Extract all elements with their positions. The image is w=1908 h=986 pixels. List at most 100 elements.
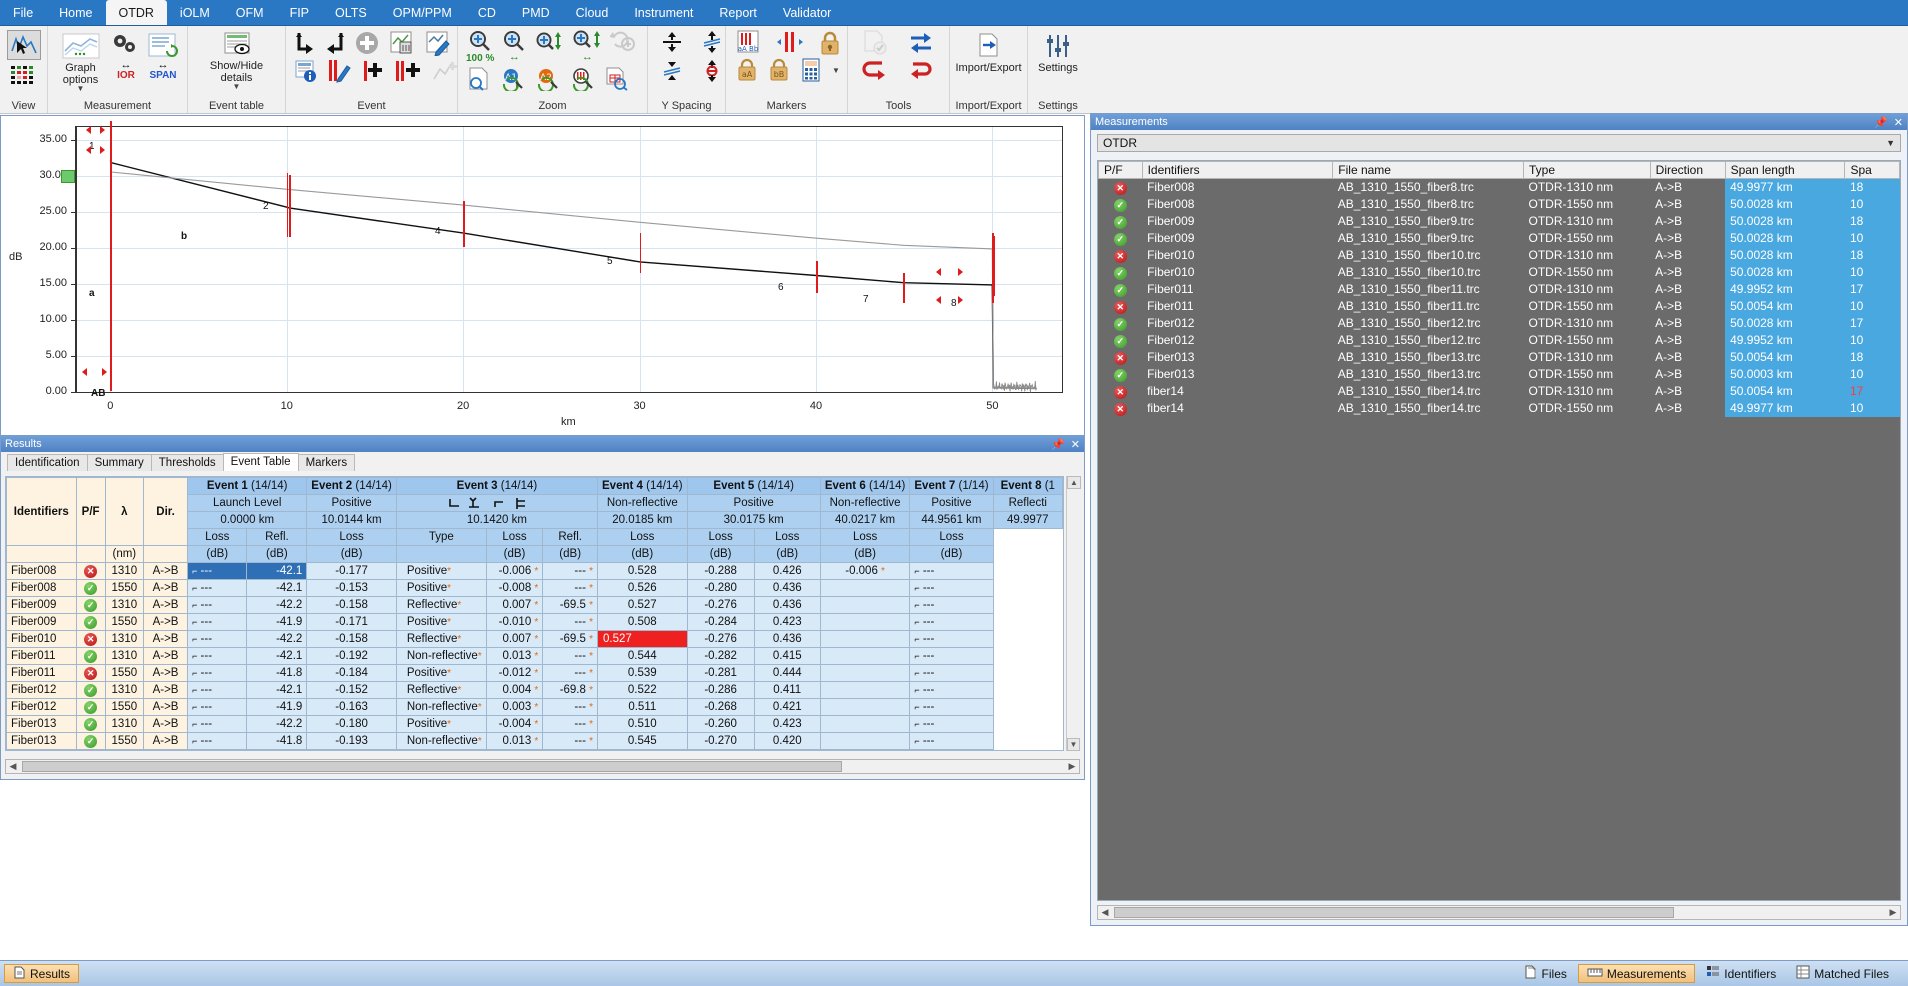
statusbar-tab-measurements[interactable]: Measurements [1577, 964, 1696, 983]
event8-loss-cell[interactable]: ⌐ --- [909, 647, 994, 665]
event2-loss-cell[interactable]: -0.180 [306, 715, 397, 733]
zoom-both-button[interactable]: ↔ [571, 30, 603, 63]
scroll-right-icon[interactable]: ▶ [1065, 761, 1079, 772]
event1-refl-cell[interactable]: -42.1 [246, 647, 308, 665]
show-hide-details-button[interactable]: Show/Hide details ▼ [192, 30, 281, 91]
event3-loss-cell[interactable]: -0.008 * [485, 579, 544, 597]
event-marker-line[interactable] [993, 236, 995, 296]
event1-loss-cell[interactable]: ⌐ --- [187, 698, 248, 716]
event4-loss-cell[interactable]: 0.522 [597, 681, 688, 699]
event3-refl-cell[interactable]: --- * [542, 647, 599, 665]
event8-loss-cell[interactable]: ⌐ --- [909, 613, 994, 631]
menu-item-otdr[interactable]: OTDR [105, 0, 167, 25]
event3-refl-cell[interactable]: --- * [542, 613, 599, 631]
spacing-stop-icon[interactable] [700, 59, 724, 83]
event-column-header[interactable]: Event 3 (14/14) [395, 477, 599, 495]
event1-refl-cell[interactable]: -41.8 [246, 664, 308, 682]
scroll-right-icon[interactable]: ▶ [1886, 907, 1900, 918]
event2-loss-cell[interactable]: -0.152 [306, 681, 397, 699]
event3-loss-cell[interactable]: -0.004 * [485, 715, 544, 733]
tab-identification[interactable]: Identification [7, 454, 88, 471]
event5-loss-cell[interactable]: -0.281 [686, 664, 755, 682]
graph-view-icon[interactable] [6, 30, 41, 60]
event5-loss-cell[interactable]: -0.282 [686, 647, 755, 665]
measurements-column-header[interactable]: P/F [1098, 161, 1143, 179]
event8-loss-cell[interactable]: ⌐ --- [909, 664, 994, 682]
event4-loss-cell[interactable]: 0.544 [597, 647, 688, 665]
event6-loss-cell[interactable]: 0.436 [753, 579, 821, 597]
event3-loss-cell[interactable]: 0.007 * [485, 630, 544, 648]
pin-icon[interactable]: 📌 [1874, 116, 1888, 129]
event3-type-cell[interactable]: Non-reflective* [395, 698, 487, 716]
table-row[interactable]: ✓ Fiber011 AB_1310_1550_fiber11.trc OTDR-13… [1098, 280, 1900, 298]
pin-icon[interactable]: 📌 [1051, 438, 1065, 451]
event1-loss-cell[interactable]: ⌐ --- [187, 749, 248, 750]
statusbar-tab-files[interactable]: Files [1515, 964, 1576, 983]
event3-type-cell[interactable]: Positive* [395, 562, 487, 580]
event5-loss-cell[interactable]: -0.286 [686, 681, 755, 699]
transfer-icon[interactable] [908, 59, 934, 85]
event5-loss-cell[interactable]: -0.260 [686, 715, 755, 733]
event3-type-cell[interactable]: Positive* [395, 664, 487, 682]
table-row[interactable]: Fiber012 ✓ 1550 A->B ⌐ --- -41.9 -0.163 Non-ref… [6, 698, 1063, 716]
event3-refl-cell[interactable]: --- * [542, 698, 599, 716]
event6-loss-cell[interactable]: 0.444 [753, 664, 821, 682]
event7-loss-cell[interactable] [819, 596, 911, 614]
import-export-button[interactable]: Import/Export [954, 30, 1023, 75]
calculator-icon[interactable] [800, 58, 822, 82]
event1-loss-cell[interactable]: ⌐ --- [187, 562, 248, 580]
menu-item-olts[interactable]: OLTS [322, 0, 380, 25]
event2-loss-cell[interactable]: -0.177 [306, 562, 397, 580]
event3-refl-cell[interactable]: --- * [542, 579, 599, 597]
event6-loss-cell[interactable]: 0.411 [753, 681, 821, 699]
span-button[interactable]: ↔ SPAN [143, 30, 183, 82]
statusbar-results-tab[interactable]: Results [4, 964, 80, 983]
event1-refl-cell[interactable]: -41.9 [246, 698, 308, 716]
measurements-table[interactable]: P/F Identifiers File name Type Direction Span… [1098, 161, 1900, 417]
zoom-horizontal-button[interactable]: ↔ [501, 30, 527, 63]
measurements-column-header[interactable]: File name [1332, 161, 1524, 179]
event1-refl-cell[interactable]: -41.9 [246, 613, 308, 631]
event1-loss-cell[interactable]: ⌐ --- [187, 630, 248, 648]
menu-item-opm-ppm[interactable]: OPM/PPM [380, 0, 465, 25]
menu-item-report[interactable]: Report [706, 0, 770, 25]
table-row[interactable]: ✕ fiber14 AB_1310_1550_fiber14.trc OTDR-131… [1098, 382, 1900, 400]
table-row[interactable]: ✓ Fiber008 AB_1310_1550_fiber8.trc OTDR-155… [1098, 195, 1900, 213]
split-event-icon[interactable] [326, 59, 352, 83]
event5-loss-cell[interactable]: -0.268 [686, 698, 755, 716]
table-row[interactable]: ✕ fiber14 AB_1310_1550_fiber14.trc OTDR-155… [1098, 399, 1900, 417]
event3-refl-cell[interactable]: -69.8 * [542, 681, 599, 699]
event-markers-icon[interactable] [9, 63, 39, 87]
table-row[interactable]: ✓ Fiber010 AB_1310_1550_fiber10.trc OTDR-15… [1098, 263, 1900, 281]
add-marker-left-icon[interactable] [360, 59, 386, 83]
lock-a-icon[interactable]: aA [736, 58, 758, 82]
table-row[interactable]: Fiber010 ✕ 1310 A->B ⌐ --- -42.2 -0.158 Reflect… [6, 630, 1063, 648]
event1-refl-cell[interactable]: -41.8 [246, 732, 308, 750]
scroll-thumb[interactable] [22, 761, 842, 772]
close-icon[interactable]: ✕ [1894, 116, 1903, 129]
event1-refl-cell[interactable]: -42.1 [246, 749, 308, 750]
event2-loss-cell[interactable]: -0.192 [306, 647, 397, 665]
delete-event-icon[interactable] [388, 30, 416, 56]
event4-loss-cell[interactable]: 0.528 [597, 562, 688, 580]
menu-item-file[interactable]: File [0, 0, 46, 25]
measurements-column-header[interactable]: Type [1522, 161, 1651, 179]
event5-loss-cell[interactable]: -0.276 [686, 630, 755, 648]
table-row[interactable]: Fiber008 ✓ 1550 A->B ⌐ --- -42.1 -0.153 Positiv… [6, 579, 1063, 597]
table-row[interactable]: Fiber011 ✓ 1310 A->B ⌐ --- -42.1 -0.192 Non-ref… [6, 647, 1063, 665]
tab-markers[interactable]: Markers [297, 454, 356, 471]
graph-options-button[interactable]: Graph options ▼ [52, 30, 109, 93]
event2-loss-cell[interactable]: -0.158 [306, 596, 397, 614]
event3-type-cell[interactable]: Positive* [395, 613, 487, 631]
scroll-thumb[interactable] [1114, 907, 1674, 918]
measurements-column-header[interactable]: Span length [1724, 161, 1846, 179]
event1-loss-cell[interactable]: ⌐ --- [187, 596, 248, 614]
zoom-100-button[interactable]: 100 % [466, 30, 494, 64]
table-row[interactable]: ✓ Fiber009 AB_1310_1550_fiber9.trc OTDR-131… [1098, 212, 1900, 230]
prev-event-icon[interactable] [324, 30, 346, 56]
measurements-column-header[interactable]: Direction [1649, 161, 1726, 179]
event3-loss-cell[interactable]: -0.010 * [485, 613, 544, 631]
event-table[interactable]: Identifiers P/F λ Dir. Event 1 (14/14) Event … [6, 477, 1063, 750]
ior-button[interactable]: ↔ IOR [109, 30, 143, 82]
menu-item-home[interactable]: Home [46, 0, 105, 25]
